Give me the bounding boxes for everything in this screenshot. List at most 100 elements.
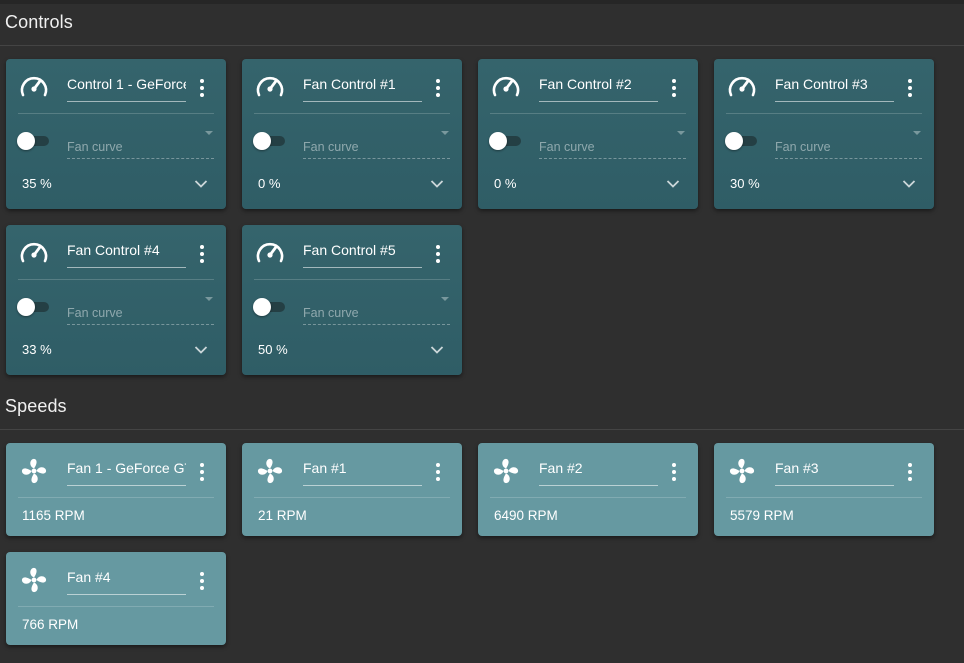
control-name-text: Fan Control #1 (303, 76, 396, 92)
fan-control-card: Fan Control #5 Fan curve 50 % (242, 225, 462, 375)
fan-name-field[interactable]: Fan #1 (303, 459, 422, 486)
control-percent: 0 % (258, 176, 281, 191)
chevron-down-icon[interactable] (430, 342, 444, 354)
more-vert-icon[interactable] (905, 461, 915, 483)
more-vert-icon[interactable] (197, 461, 207, 483)
fan-curve-toggle[interactable] (17, 132, 51, 150)
fan-curve-select[interactable]: Fan curve (303, 297, 450, 325)
control-name-field[interactable]: Fan Control #5 (303, 241, 422, 268)
fan-control-card: Fan Control #1 Fan curve 0 % (242, 59, 462, 209)
chevron-down-icon[interactable] (666, 176, 680, 188)
toggle-knob (17, 132, 35, 150)
more-vert-icon[interactable] (197, 570, 207, 592)
fan-name-text: Fan #3 (775, 460, 819, 476)
card-divider (18, 279, 214, 280)
speedometer-icon (490, 71, 522, 103)
speedometer-icon (18, 71, 50, 103)
fan-curve-select[interactable]: Fan curve (539, 131, 686, 159)
fan-curve-toggle[interactable] (725, 132, 759, 150)
control-name-text: Control 1 - GeForce (67, 76, 186, 92)
more-vert-icon[interactable] (197, 77, 207, 99)
speedometer-icon (726, 71, 758, 103)
fan-icon (254, 455, 286, 487)
control-percent: 50 % (258, 342, 288, 357)
card-divider (254, 497, 450, 498)
fan-curve-select[interactable]: Fan curve (67, 297, 214, 325)
control-percent: 35 % (22, 176, 52, 191)
card-divider (18, 113, 214, 114)
fan-speed-card: Fan 1 - GeForce GT 1165 RPM (6, 443, 226, 536)
speedometer-icon (254, 237, 286, 269)
control-name-field[interactable]: Fan Control #1 (303, 75, 422, 102)
control-name-text: Fan Control #2 (539, 76, 632, 92)
fan-curve-placeholder: Fan curve (775, 140, 831, 154)
dropdown-caret-icon (677, 131, 685, 135)
chevron-down-icon[interactable] (194, 342, 208, 354)
fan-icon (726, 455, 758, 487)
card-divider (254, 113, 450, 114)
more-vert-icon[interactable] (197, 243, 207, 265)
top-bar (0, 0, 964, 4)
control-name-field[interactable]: Fan Control #3 (775, 75, 894, 102)
more-vert-icon[interactable] (433, 77, 443, 99)
fan-curve-toggle[interactable] (489, 132, 523, 150)
fan-icon (18, 455, 50, 487)
card-divider (18, 497, 214, 498)
fan-rpm: 6490 RPM (494, 508, 558, 523)
more-vert-icon[interactable] (905, 77, 915, 99)
fan-icon (490, 455, 522, 487)
control-name-text: Fan Control #5 (303, 242, 396, 258)
control-name-field[interactable]: Fan Control #4 (67, 241, 186, 268)
fan-control-card: Control 1 - GeForce Fan curve 35 % (6, 59, 226, 209)
fan-name-text: Fan #1 (303, 460, 347, 476)
card-divider (726, 497, 922, 498)
control-name-text: Fan Control #3 (775, 76, 868, 92)
toggle-knob (489, 132, 507, 150)
control-percent: 30 % (730, 176, 760, 191)
fan-curve-select[interactable]: Fan curve (67, 131, 214, 159)
fan-name-field[interactable]: Fan #4 (67, 568, 186, 595)
fan-curve-select[interactable]: Fan curve (775, 131, 922, 159)
fan-curve-select[interactable]: Fan curve (303, 131, 450, 159)
fan-curve-toggle[interactable] (253, 298, 287, 316)
dropdown-caret-icon (205, 131, 213, 135)
control-name-field[interactable]: Control 1 - GeForce (67, 75, 186, 102)
fan-curve-toggle[interactable] (17, 298, 51, 316)
fan-name-field[interactable]: Fan #2 (539, 459, 658, 486)
more-vert-icon[interactable] (433, 461, 443, 483)
control-name-field[interactable]: Fan Control #2 (539, 75, 658, 102)
dropdown-caret-icon (913, 131, 921, 135)
chevron-down-icon[interactable] (430, 176, 444, 188)
fan-control-card: Fan Control #2 Fan curve 0 % (478, 59, 698, 209)
card-divider (254, 279, 450, 280)
control-name-text: Fan Control #4 (67, 242, 160, 258)
speeds-section-title: Speeds (5, 396, 67, 416)
fan-control-card: Fan Control #3 Fan curve 30 % (714, 59, 934, 209)
toggle-knob (17, 298, 35, 316)
controls-section-title: Controls (5, 12, 73, 32)
control-percent: 33 % (22, 342, 52, 357)
more-vert-icon[interactable] (669, 77, 679, 99)
speedometer-icon (18, 237, 50, 269)
more-vert-icon[interactable] (433, 243, 443, 265)
toggle-knob (253, 298, 271, 316)
fan-name-text: Fan #4 (67, 569, 111, 585)
speeds-section-divider (0, 429, 964, 430)
chevron-down-icon[interactable] (902, 176, 916, 188)
fan-speed-card: Fan #1 21 RPM (242, 443, 462, 536)
controls-section-divider (0, 45, 964, 46)
fan-curve-placeholder: Fan curve (67, 140, 123, 154)
fan-rpm: 766 RPM (22, 617, 79, 632)
speedometer-icon (254, 71, 286, 103)
fan-name-field[interactable]: Fan #3 (775, 459, 894, 486)
fan-rpm: 1165 RPM (22, 508, 85, 523)
chevron-down-icon[interactable] (194, 176, 208, 188)
fan-curve-toggle[interactable] (253, 132, 287, 150)
more-vert-icon[interactable] (669, 461, 679, 483)
fan-name-field[interactable]: Fan 1 - GeForce GT (67, 459, 186, 486)
fan-icon (18, 564, 50, 596)
card-divider (490, 497, 686, 498)
fan-curve-placeholder: Fan curve (67, 306, 123, 320)
fan-rpm: 5579 RPM (730, 508, 794, 523)
fan-curve-placeholder: Fan curve (303, 140, 359, 154)
